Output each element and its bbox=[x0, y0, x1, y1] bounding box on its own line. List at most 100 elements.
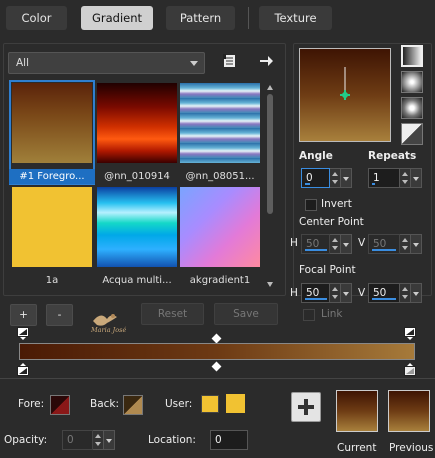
center-point-label: Center Point bbox=[299, 216, 364, 228]
focal-h-slider-bar bbox=[305, 298, 327, 300]
category-dropdown[interactable]: All bbox=[8, 52, 205, 74]
previous-gradient-swatch[interactable] bbox=[388, 390, 430, 432]
angle-input[interactable]: 0 bbox=[301, 168, 330, 188]
focal-v-label: V bbox=[358, 287, 366, 299]
library-manager-icon[interactable] bbox=[222, 53, 238, 69]
opacity-spinner[interactable] bbox=[93, 430, 104, 450]
user-color-chip[interactable] bbox=[201, 395, 219, 413]
arrow-right-icon[interactable] bbox=[258, 53, 274, 69]
scroll-thumb[interactable] bbox=[267, 94, 273, 214]
center-h-slider-bar bbox=[305, 249, 327, 251]
user-color-swatch[interactable] bbox=[226, 394, 245, 413]
gradient-swatch-nn-08051[interactable] bbox=[180, 83, 260, 163]
swatch-label: Acqua multi... bbox=[102, 275, 172, 286]
angle-slider-bar bbox=[305, 183, 310, 185]
watermark-text: Maria José bbox=[91, 326, 127, 334]
focal-v-dropdown[interactable] bbox=[411, 283, 422, 303]
tab-pattern[interactable]: Pattern bbox=[166, 6, 235, 30]
scroll-down-arrow-icon[interactable] bbox=[267, 282, 273, 287]
chevron-down-icon bbox=[190, 61, 198, 66]
reset-button[interactable]: Reset bbox=[141, 303, 204, 325]
remove-gradient-button[interactable]: - bbox=[46, 304, 73, 326]
gradient-stop-bottom-right[interactable] bbox=[404, 363, 416, 376]
foreground-stop-color[interactable] bbox=[50, 395, 70, 415]
focal-v-input[interactable]: 50 bbox=[368, 283, 400, 303]
opacity-label: Opacity: bbox=[4, 434, 48, 446]
center-h-input[interactable]: 50 bbox=[301, 234, 330, 254]
center-h-label: H bbox=[290, 237, 298, 249]
library-scrollbar[interactable] bbox=[265, 83, 276, 289]
location-label: Location: bbox=[148, 434, 196, 446]
gradient-swatch-acqua-multi[interactable] bbox=[97, 187, 177, 267]
scroll-up-arrow-icon[interactable] bbox=[267, 85, 273, 90]
center-h-dropdown[interactable] bbox=[341, 234, 352, 254]
sunburst-gradient-style-button[interactable] bbox=[401, 123, 423, 145]
swatch-label: @nn_010914 bbox=[104, 171, 170, 182]
save-button[interactable]: Save bbox=[214, 303, 278, 325]
repeats-input[interactable]: 1 bbox=[368, 168, 400, 188]
center-v-slider-bar bbox=[372, 249, 396, 251]
invert-checkbox[interactable] bbox=[305, 199, 317, 211]
gradient-bar[interactable] bbox=[19, 343, 415, 360]
repeats-label: Repeats bbox=[368, 150, 417, 162]
radial-gradient-style-button[interactable] bbox=[401, 97, 423, 119]
gradient-preview[interactable] bbox=[299, 48, 391, 142]
angle-dropdown[interactable] bbox=[341, 168, 352, 188]
focal-h-spinner[interactable] bbox=[330, 283, 341, 303]
current-gradient-swatch[interactable] bbox=[336, 390, 378, 432]
previous-label: Previous bbox=[389, 442, 434, 454]
gradient-stop-bottom-left[interactable] bbox=[17, 363, 29, 376]
angle-label: Angle bbox=[299, 150, 333, 162]
focal-v-slider-bar bbox=[372, 298, 396, 300]
angle-handle-icon[interactable] bbox=[300, 49, 390, 141]
center-h-spinner[interactable] bbox=[330, 234, 341, 254]
midpoint-diamond-top[interactable] bbox=[211, 333, 222, 344]
swatch-label: akgradient1 bbox=[189, 275, 251, 286]
opacity-dropdown[interactable] bbox=[104, 430, 115, 450]
gradient-swatch-nn-010914[interactable] bbox=[97, 83, 177, 163]
angle-spinner[interactable] bbox=[330, 168, 341, 188]
swatch-label: @nn_08051... bbox=[185, 171, 255, 182]
add-to-library-button[interactable] bbox=[291, 392, 321, 422]
gradient-stop-top-right[interactable] bbox=[404, 327, 416, 340]
location-input[interactable]: 0 bbox=[210, 430, 248, 450]
tab-texture[interactable]: Texture bbox=[259, 6, 332, 30]
focal-point-label: Focal Point bbox=[299, 264, 356, 276]
bottom-divider bbox=[0, 378, 435, 379]
center-v-label: V bbox=[358, 237, 366, 249]
focal-h-input[interactable]: 50 bbox=[301, 283, 330, 303]
opacity-input[interactable]: 0 bbox=[62, 430, 93, 450]
location-value: 0 bbox=[215, 434, 222, 446]
center-v-dropdown[interactable] bbox=[411, 234, 422, 254]
swatch-label: #1 Foregro... bbox=[9, 169, 95, 184]
current-label: Current bbox=[337, 442, 377, 454]
back-label: Back: bbox=[90, 398, 120, 410]
tab-color[interactable]: Color bbox=[6, 6, 67, 30]
linear-gradient-style-button[interactable] bbox=[401, 45, 423, 67]
gradient-swatch-1a[interactable] bbox=[12, 187, 92, 267]
gradient-swatch-foreground[interactable] bbox=[12, 83, 92, 163]
user-label: User: bbox=[165, 398, 193, 410]
gradient-stop-top-left[interactable] bbox=[17, 327, 29, 340]
background-stop-color[interactable] bbox=[123, 395, 143, 415]
add-gradient-button[interactable]: + bbox=[10, 304, 37, 326]
focal-v-spinner[interactable] bbox=[400, 283, 411, 303]
rectangular-gradient-style-button[interactable] bbox=[401, 71, 423, 93]
plus-icon bbox=[298, 399, 314, 415]
fore-label: Fore: bbox=[18, 398, 45, 410]
center-v-spinner[interactable] bbox=[400, 234, 411, 254]
midpoint-diamond-bottom[interactable] bbox=[211, 361, 222, 372]
center-v-input[interactable]: 50 bbox=[368, 234, 400, 254]
repeats-dropdown[interactable] bbox=[411, 168, 422, 188]
watermark-logo: Maria José bbox=[85, 307, 127, 337]
focal-h-label: H bbox=[290, 287, 298, 299]
tab-gradient[interactable]: Gradient bbox=[81, 6, 153, 30]
focal-h-dropdown[interactable] bbox=[341, 283, 352, 303]
gradient-swatch-akgradient1[interactable] bbox=[180, 187, 260, 267]
link-checkbox[interactable] bbox=[303, 309, 315, 321]
repeats-spinner[interactable] bbox=[400, 168, 411, 188]
opacity-value: 0 bbox=[67, 434, 74, 446]
invert-label: Invert bbox=[321, 198, 352, 210]
category-dropdown-value: All bbox=[16, 57, 30, 69]
tab-separator bbox=[248, 7, 249, 29]
